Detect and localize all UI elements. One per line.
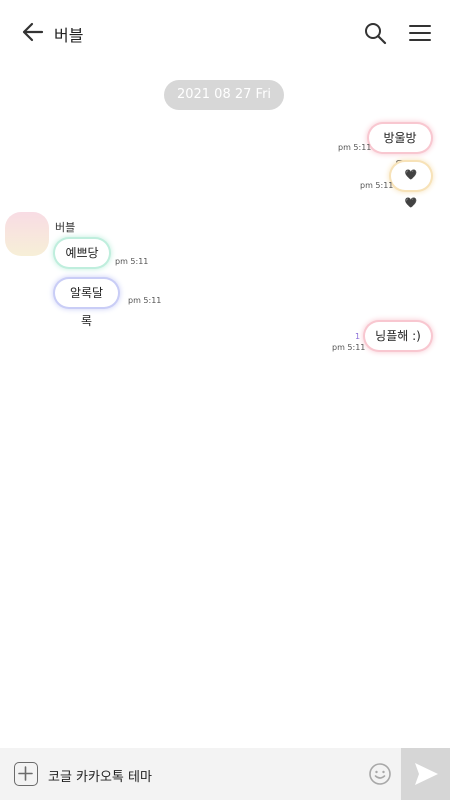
message-time: pm 5:11: [332, 343, 366, 352]
search-icon[interactable]: [362, 20, 388, 46]
message-bubble[interactable]: 알록달록: [55, 279, 118, 328]
plus-glyph-icon: [18, 766, 33, 781]
message-time: pm 5:11: [360, 181, 394, 190]
send-button[interactable]: [401, 748, 450, 800]
sender-name: 버블: [55, 221, 76, 234]
avatar[interactable]: [5, 212, 49, 256]
message-bubble[interactable]: 방울방울: [369, 124, 431, 173]
emoji-icon[interactable]: [368, 762, 392, 786]
message-time: pm 5:11: [115, 257, 149, 266]
message-bubble[interactable]: 🖤🖤: [391, 162, 431, 209]
chat-title: 버블: [54, 26, 84, 45]
date-divider: 2021 08 27 Fri: [164, 80, 284, 110]
hamburger-menu-icon[interactable]: [406, 20, 434, 46]
message-bubble[interactable]: 닝플해 :): [365, 322, 431, 350]
message-time: pm 5:11: [128, 296, 162, 305]
unread-count: 1: [355, 332, 361, 341]
back-arrow-icon[interactable]: [18, 20, 46, 44]
send-icon: [415, 763, 438, 785]
chat-header: 버블: [0, 0, 450, 64]
message-bubble[interactable]: 예쁘당: [55, 239, 109, 267]
message-time: pm 5:11: [338, 143, 372, 152]
message-input[interactable]: 코글 카카오톡 테마: [48, 766, 152, 785]
plus-icon[interactable]: [14, 762, 38, 786]
